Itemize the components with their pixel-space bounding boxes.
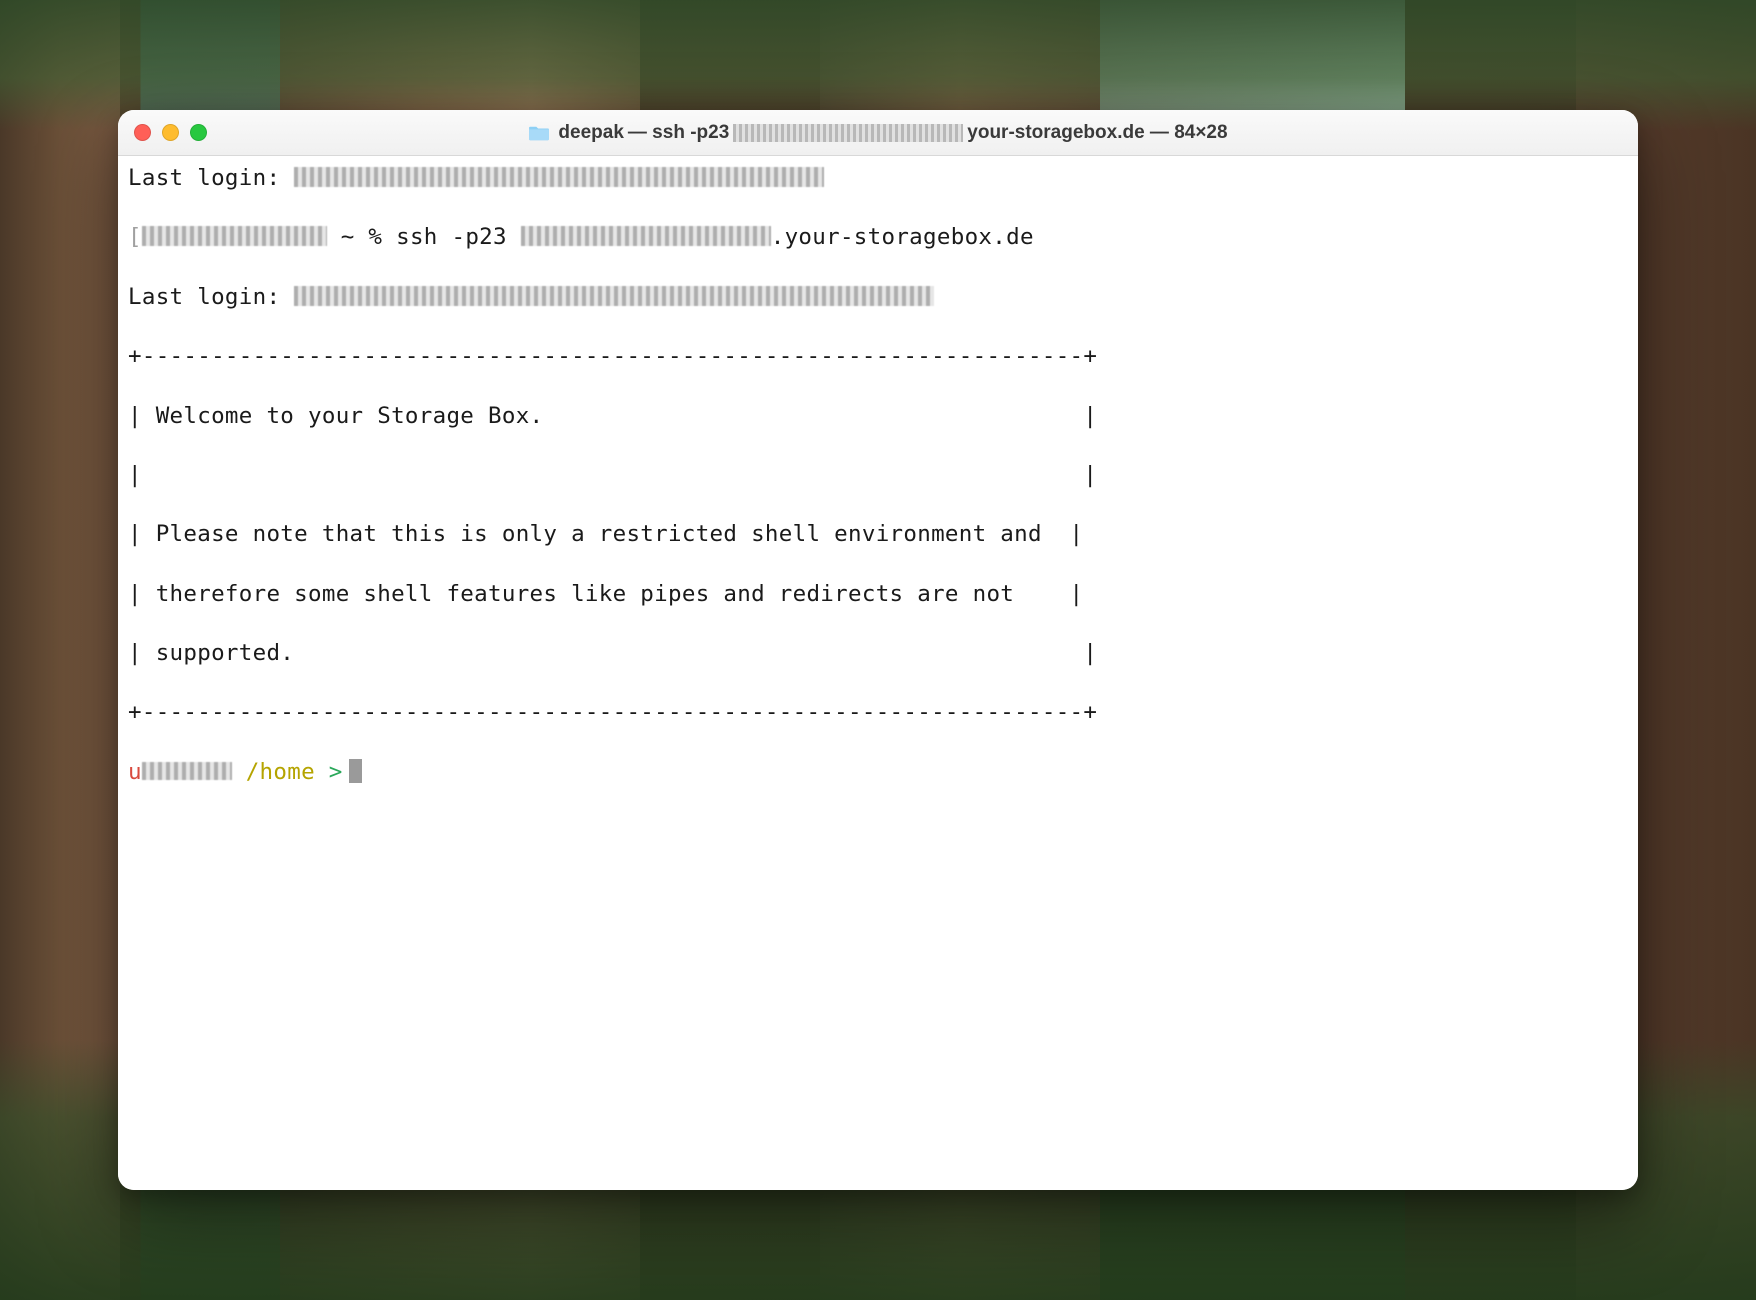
minimize-button[interactable] (162, 124, 179, 141)
title-cmd-prefix: — ssh -p23 (628, 122, 729, 144)
last-login-2-label: Last login: (128, 284, 294, 310)
hostname-redacted (142, 226, 327, 246)
title-redacted (733, 124, 963, 142)
cursor (349, 759, 362, 783)
traffic-lights (134, 124, 207, 141)
last-login-2-redacted (294, 286, 934, 306)
ssh-cmd-suffix: .your-storagebox.de (771, 224, 1034, 250)
ssh-user-host-redacted (521, 226, 771, 246)
prompt-path: /home (232, 759, 329, 785)
window-title: deepak — ssh -p23 your-storagebox.de — 8… (118, 122, 1638, 144)
terminal-window: deepak — ssh -p23 your-storagebox.de — 8… (118, 110, 1638, 1190)
box-note-1: | Please note that this is only a restri… (128, 520, 1628, 550)
box-border-bottom: +---------------------------------------… (128, 698, 1628, 728)
maximize-button[interactable] (190, 124, 207, 141)
title-cmd-suffix: your-storagebox.de — 84×28 (967, 122, 1227, 144)
title-folder: deepak (558, 122, 623, 144)
prompt-user-prefix: u (128, 759, 142, 785)
box-note-3: | supported. | (128, 639, 1628, 669)
prompt-gt: > (329, 759, 343, 785)
box-welcome: | Welcome to your Storage Box. | (128, 402, 1628, 432)
shell-prompt: ~ % (327, 224, 396, 250)
window-titlebar[interactable]: deepak — ssh -p23 your-storagebox.de — 8… (118, 110, 1638, 156)
box-border-top: +---------------------------------------… (128, 342, 1628, 372)
folder-icon (528, 124, 550, 142)
close-button[interactable] (134, 124, 151, 141)
ssh-cmd-prefix: ssh -p23 (396, 224, 521, 250)
terminal-output[interactable]: Last login: [ ~ % ssh -p23 .your-storage… (118, 156, 1638, 1190)
last-login-1-redacted (294, 167, 824, 187)
box-note-2: | therefore some shell features like pip… (128, 580, 1628, 610)
prompt-user-redacted (142, 762, 232, 780)
box-blank: | | (128, 461, 1628, 491)
last-login-1-label: Last login: (128, 165, 294, 191)
